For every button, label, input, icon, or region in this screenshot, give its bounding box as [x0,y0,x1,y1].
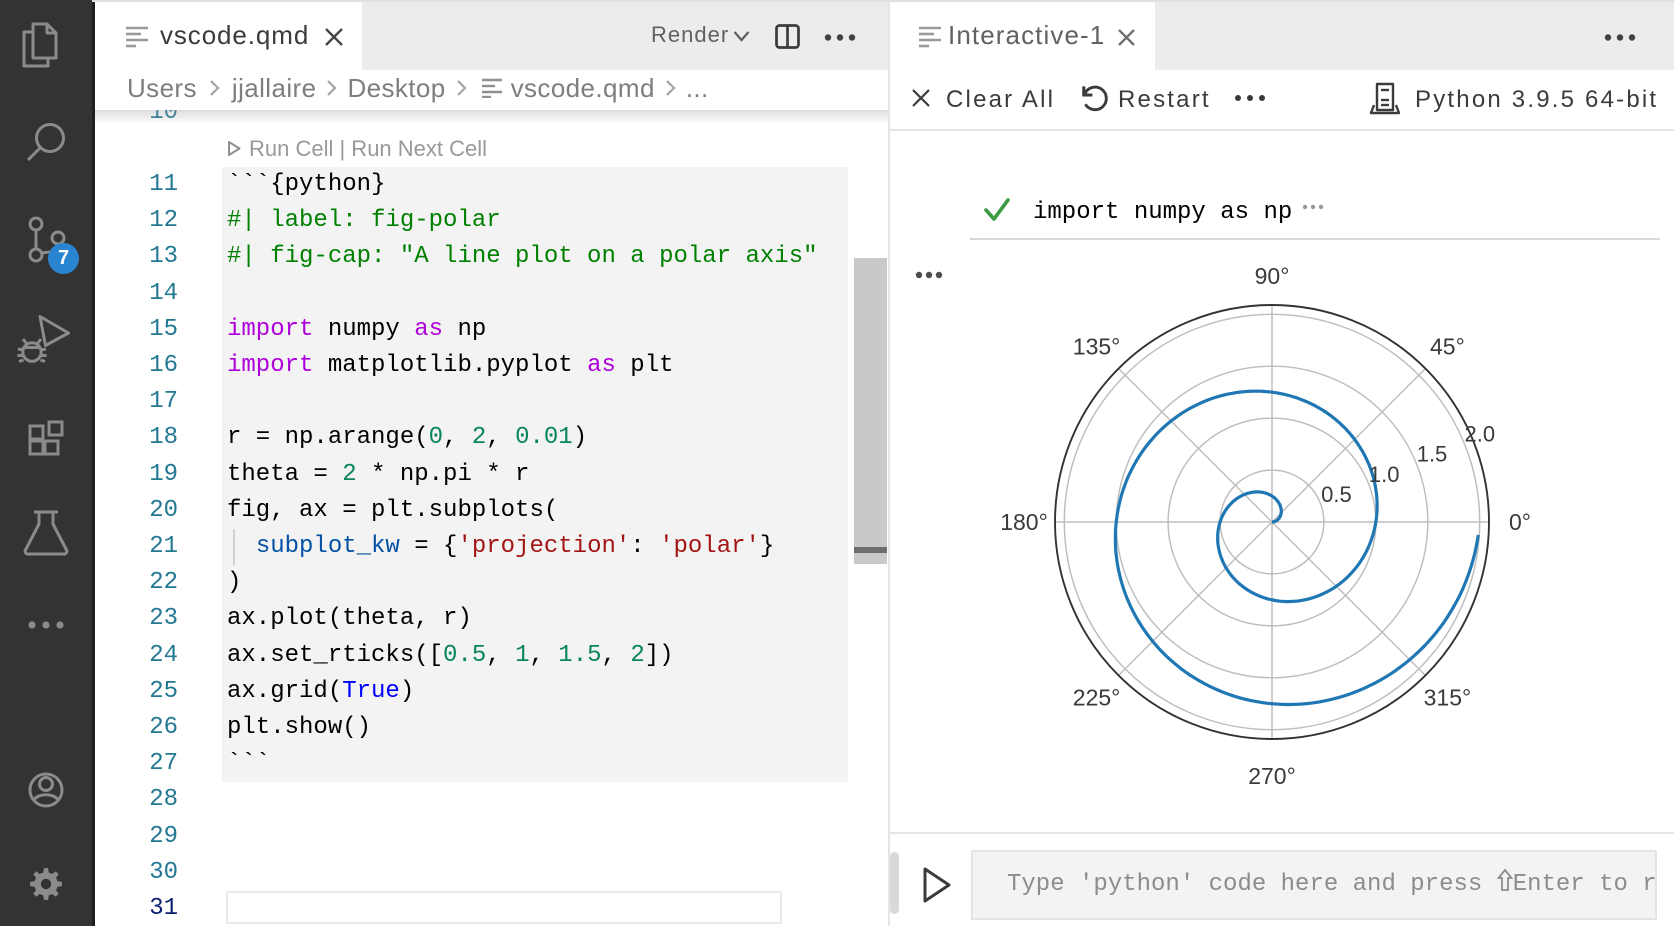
svg-text:180°: 180° [1000,509,1048,535]
svg-text:270°: 270° [1248,763,1296,789]
svg-text:2.0: 2.0 [1465,421,1496,446]
svg-text:90°: 90° [1255,263,1290,289]
svg-text:0°: 0° [1509,509,1531,535]
svg-text:315°: 315° [1424,684,1472,710]
svg-text:45°: 45° [1430,334,1465,360]
svg-text:0.5: 0.5 [1321,482,1352,507]
svg-text:135°: 135° [1073,334,1121,360]
svg-text:1.5: 1.5 [1417,442,1448,467]
svg-text:225°: 225° [1073,684,1121,710]
svg-text:1.0: 1.0 [1369,462,1400,487]
